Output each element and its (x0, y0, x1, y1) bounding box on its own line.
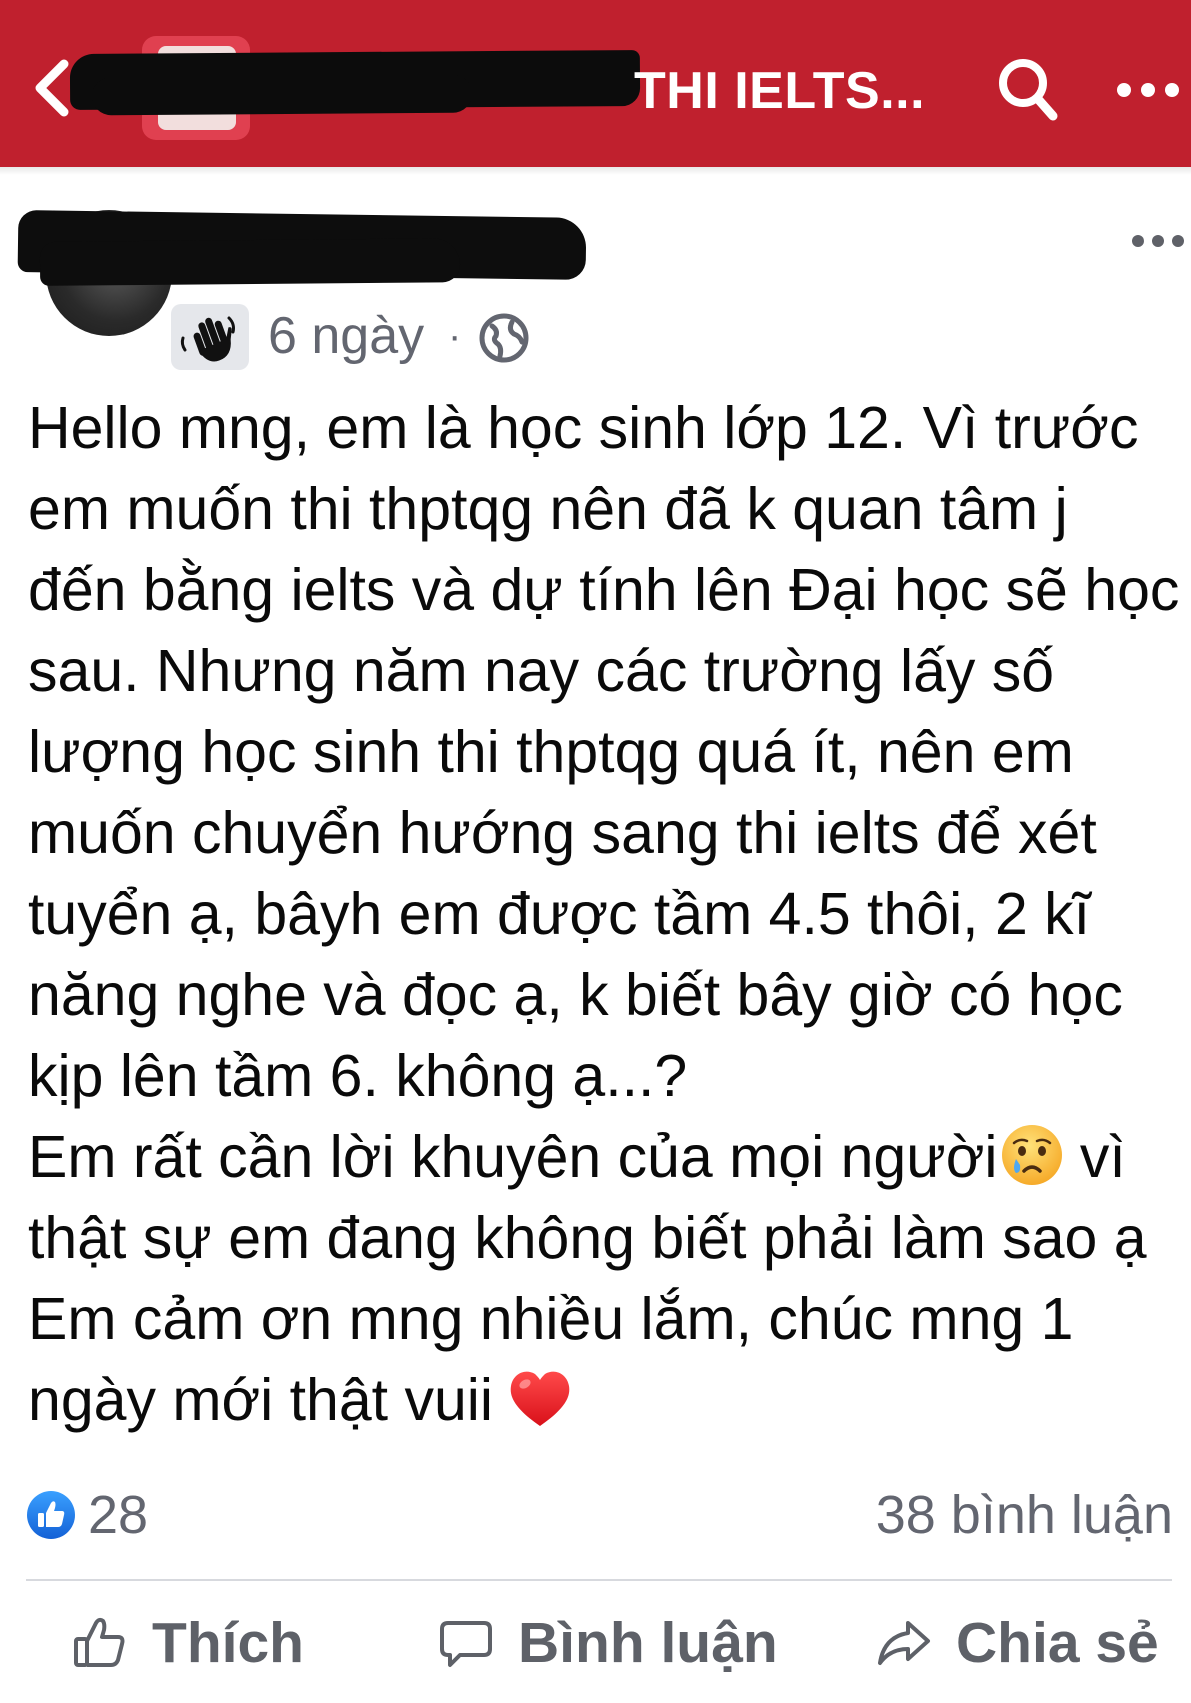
post-text-segment: Em rất cần lời khuyên của mọi người (28, 1124, 998, 1190)
wave-hand-icon (180, 316, 235, 362)
meta-separator: · (448, 314, 462, 358)
post-text-line: kịp lên tầm 6. không ạ...? (28, 1043, 688, 1109)
post-text-line: Hello mng, em là học sinh lớp 12. Vì trư… (28, 395, 1139, 461)
group-title[interactable]: THI IELTS... (634, 56, 925, 126)
like-reaction-icon[interactable] (26, 1490, 76, 1540)
post-text: Hello mng, em là học sinh lớp 12. Vì trư… (28, 388, 1180, 1441)
redaction-mark (39, 238, 461, 286)
header-divider (0, 167, 1191, 175)
thumbs-up-icon (74, 1617, 125, 1667)
chevron-left-icon (35, 59, 69, 117)
like-button[interactable]: Thích (72, 1600, 304, 1686)
post-timestamp[interactable]: 6 ngày (268, 306, 424, 366)
more-horizontal-icon (1132, 235, 1184, 247)
comment-label: Bình luận (518, 1611, 778, 1675)
red-heart-emoji-icon (510, 1371, 570, 1426)
post-text-segment: vì (1079, 1124, 1126, 1190)
globe-icon (478, 312, 530, 364)
post-text-line: tuyển ạ, bâyh em được tầm 4.5 thôi, 2 kĩ (28, 881, 1091, 947)
post-text-line: ngày mới thật vuii (28, 1360, 1178, 1441)
reactions-divider (26, 1579, 1172, 1581)
more-horizontal-icon (1117, 83, 1179, 97)
share-button[interactable]: Chia sẻ (876, 1600, 1159, 1686)
crying-face-emoji-icon (1001, 1125, 1062, 1185)
like-count[interactable]: 28 (88, 1480, 148, 1550)
post-text-line: sau. Nhưng năm nay các trường lấy số (28, 638, 1055, 704)
post-text-segment: ngày mới thật vuii (28, 1367, 493, 1433)
post-text-line: thật sự em đang không biết phải làm sao … (28, 1205, 1147, 1271)
post-text-line: muốn chuyển hướng sang thi ielts để xét (28, 800, 1097, 866)
new-member-badge[interactable] (171, 304, 249, 370)
share-label: Chia sẻ (956, 1611, 1159, 1675)
post-text-line: đến bằng ielts và dự tính lên Đại học sẽ… (28, 557, 1180, 623)
comment-count[interactable]: 38 bình luận (876, 1480, 1173, 1550)
redaction-mark (91, 74, 473, 116)
like-label: Thích (152, 1611, 304, 1675)
back-button[interactable] (30, 58, 74, 118)
post-text-line: Em cảm ơn mng nhiều lắm, chúc mng 1 (28, 1286, 1074, 1352)
post-text-line: năng nghe và đọc ạ, k biết bây giờ có họ… (28, 962, 1123, 1028)
share-arrow-icon (878, 1621, 930, 1665)
comment-button[interactable]: Bình luận (438, 1600, 778, 1686)
comment-bubble-icon (440, 1621, 492, 1667)
post-text-line: lượng học sinh thi thptqg quá ít, nên em (28, 719, 1074, 785)
post-text-line: Em rất cần lời khuyên của mọi người vì (28, 1117, 1178, 1198)
search-button[interactable] (996, 56, 1060, 124)
post-text-line: em muốn thi thptqg nên đã k quan tâm j (28, 476, 1068, 542)
search-icon (999, 59, 1058, 121)
post-more-button[interactable] (1130, 226, 1186, 256)
group-more-button[interactable] (1116, 70, 1180, 110)
